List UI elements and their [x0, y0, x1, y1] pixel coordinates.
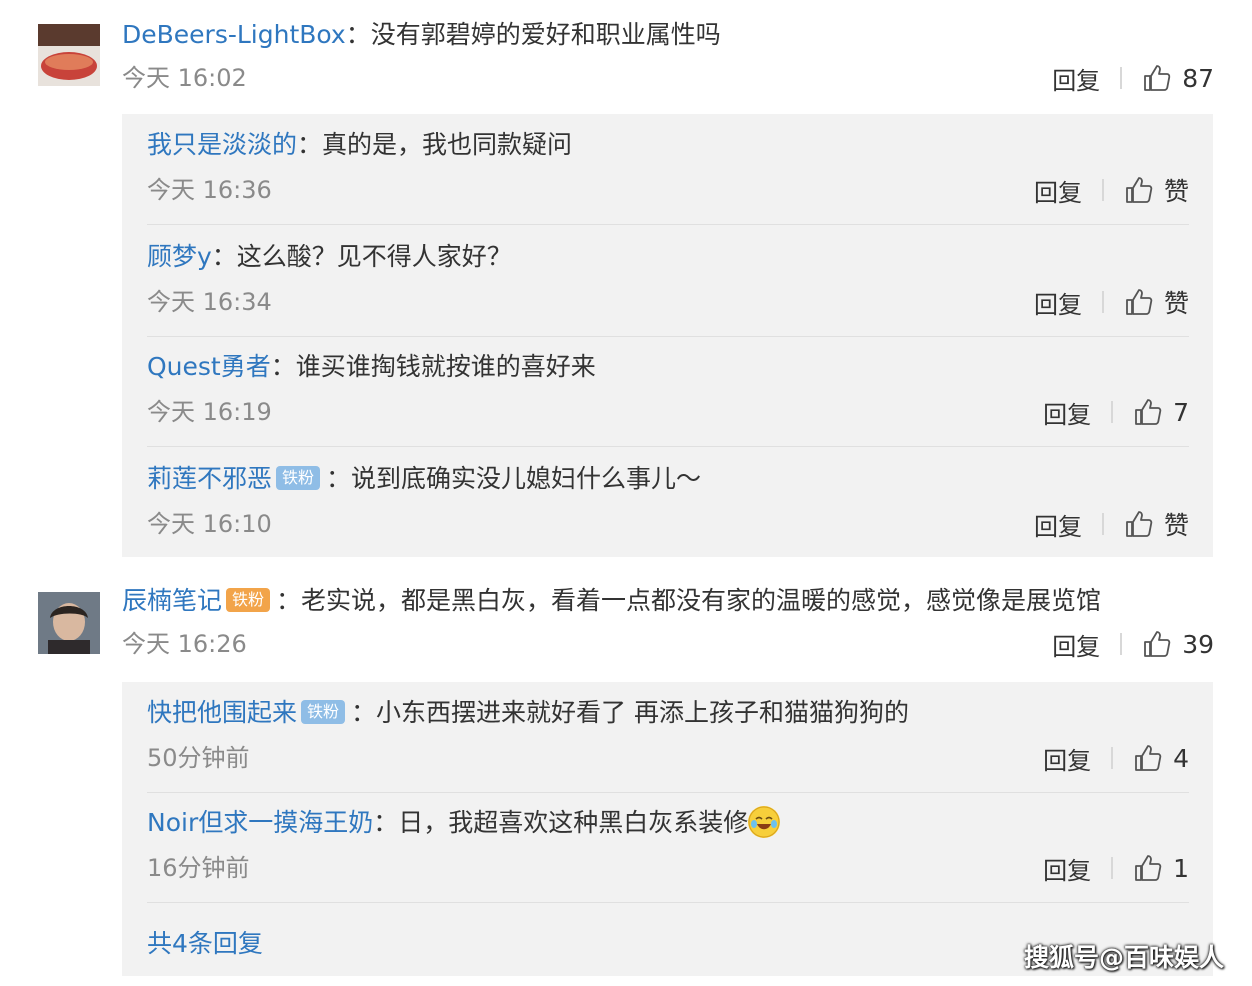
reply-button[interactable]: 回复	[1043, 851, 1091, 886]
username[interactable]: 顾梦y	[147, 242, 212, 271]
username[interactable]: Quest勇者	[147, 352, 271, 381]
like-count: 4	[1173, 743, 1189, 773]
reply-button[interactable]: 回复	[1043, 741, 1091, 776]
like-count: 87	[1182, 63, 1214, 93]
like-button[interactable]: 4	[1133, 743, 1189, 773]
reply-thread: 快把他围起来 铁粉 ：小东西摆进来就好看了 再添上孩子和猫猫狗狗的 50分钟前 回复…	[122, 682, 1213, 976]
comment-text: 辰楠笔记 铁粉 ：老实说，都是黑白灰，看着一点都没有家的温暖的感觉，感觉像是展览馆	[122, 584, 1101, 618]
reply-divider	[147, 792, 1189, 793]
reply-body: ：这么酸？见不得人家好？	[211, 242, 512, 271]
comment-text: DeBeers-LightBox：没有郭碧婷的爱好和职业属性吗	[122, 18, 721, 52]
reply-divider	[147, 446, 1189, 447]
reply-body: ：说到底确实没儿媳妇什么事儿～	[326, 464, 702, 493]
like-button[interactable]: 1	[1133, 853, 1189, 883]
like-count: 赞	[1163, 289, 1189, 318]
divider	[1101, 513, 1104, 535]
divider	[1111, 857, 1114, 879]
reply-actions: 回复 赞	[1034, 173, 1189, 207]
username[interactable]: DeBeers-LightBox	[122, 20, 346, 49]
reply-item: 顾梦y：这么酸？见不得人家好？ 今天 16:34 回复 赞	[147, 240, 1189, 340]
like-button[interactable]: 39	[1142, 629, 1214, 659]
username[interactable]: 快把他围起来	[147, 698, 297, 727]
username[interactable]: 我只是淡淡的	[147, 130, 297, 159]
username[interactable]: 莉莲不邪恶	[147, 464, 272, 493]
reply-actions: 回复 7	[1043, 395, 1189, 429]
divider	[1111, 401, 1114, 423]
thumbs-up-icon	[1126, 177, 1153, 203]
reply-actions: 回复 1	[1043, 851, 1189, 885]
thumbs-up-icon	[1135, 855, 1162, 881]
reply-item: 莉莲不邪恶 铁粉 ：说到底确实没儿媳妇什么事儿～ 今天 16:10 回复 赞	[147, 462, 1189, 562]
fan-badge: 铁粉	[301, 700, 346, 724]
like-button[interactable]: 赞	[1124, 284, 1189, 320]
timestamp: 50分钟前	[147, 744, 250, 772]
reply-divider	[147, 902, 1189, 903]
reply-body: ：日，我超喜欢这种黑白灰系装修	[373, 808, 749, 837]
comment-actions: 回复 87	[1052, 61, 1214, 95]
reply-divider	[147, 224, 1189, 225]
divider	[1101, 179, 1104, 201]
reply-body: ：真的是，我也同款疑问	[297, 130, 573, 159]
like-count: 赞	[1163, 511, 1189, 540]
reply-button[interactable]: 回复	[1034, 507, 1082, 542]
reply-item: 我只是淡淡的：真的是，我也同款疑问 今天 16:36 回复 赞	[147, 128, 1189, 228]
like-count: 1	[1173, 853, 1189, 883]
fan-badge: 铁粉	[276, 466, 321, 490]
timestamp: 今天 16:26	[122, 630, 247, 658]
reply-button[interactable]: 回复	[1034, 285, 1082, 320]
reply-button[interactable]: 回复	[1043, 395, 1091, 430]
timestamp: 16分钟前	[147, 854, 250, 882]
timestamp: 今天 16:36	[147, 176, 272, 204]
like-count: 7	[1173, 397, 1189, 427]
comment-body: ：没有郭碧婷的爱好和职业属性吗	[345, 20, 721, 49]
divider	[1101, 291, 1104, 313]
like-button[interactable]: 87	[1142, 63, 1214, 93]
comment-actions: 回复 39	[1052, 627, 1214, 661]
thumbs-up-icon	[1144, 65, 1171, 91]
reply-button[interactable]: 回复	[1034, 173, 1082, 208]
reply-actions: 回复 赞	[1034, 507, 1189, 541]
crying-laughing-emoji-icon	[748, 806, 781, 838]
like-button[interactable]: 赞	[1124, 172, 1189, 208]
timestamp: 今天 16:10	[147, 510, 272, 538]
thumbs-up-icon	[1144, 631, 1171, 657]
fan-badge: 铁粉	[226, 588, 271, 612]
divider	[1111, 747, 1114, 769]
thumbs-up-icon	[1135, 745, 1162, 771]
reply-actions: 回复 4	[1043, 741, 1189, 775]
avatar[interactable]	[38, 24, 100, 86]
like-count: 39	[1182, 629, 1214, 659]
divider	[1120, 67, 1123, 89]
reply-thread: 我只是淡淡的：真的是，我也同款疑问 今天 16:36 回复 赞 顾梦y：这么酸？…	[122, 114, 1213, 557]
timestamp: 今天 16:19	[147, 398, 272, 426]
like-count: 赞	[1163, 177, 1189, 206]
divider	[1120, 633, 1123, 655]
watermark: 搜狐号@百味娱人	[1023, 943, 1224, 972]
like-button[interactable]: 7	[1133, 397, 1189, 427]
username[interactable]: Noir但求一摸海王奶	[147, 808, 373, 837]
reply-item: 快把他围起来 铁粉 ：小东西摆进来就好看了 再添上孩子和猫猫狗狗的 50分钟前 回复…	[147, 696, 1189, 796]
username[interactable]: 辰楠笔记	[122, 586, 222, 615]
avatar[interactable]	[38, 592, 100, 654]
timestamp: 今天 16:02	[122, 64, 247, 92]
reply-item: Quest勇者：谁买谁掏钱就按谁的喜好来 今天 16:19 回复 7	[147, 350, 1189, 450]
reply-actions: 回复 赞	[1034, 285, 1189, 319]
thumbs-up-icon	[1126, 289, 1153, 315]
like-button[interactable]: 赞	[1124, 506, 1189, 542]
reply-button[interactable]: 回复	[1052, 61, 1100, 96]
reply-divider	[147, 336, 1189, 337]
comment-body: ：老实说，都是黑白灰，看着一点都没有家的温暖的感觉，感觉像是展览馆	[276, 586, 1102, 615]
reply-body: ：小东西摆进来就好看了 再添上孩子和猫猫狗狗的	[351, 698, 909, 727]
view-all-replies-link[interactable]: 共4条回复	[147, 924, 263, 960]
timestamp: 今天 16:34	[147, 288, 272, 316]
reply-button[interactable]: 回复	[1052, 627, 1100, 662]
thumbs-up-icon	[1126, 511, 1153, 537]
thumbs-up-icon	[1135, 399, 1162, 425]
reply-item: Noir但求一摸海王奶：日，我超喜欢这种黑白灰系装修 16分钟前 回复 1	[147, 806, 1189, 906]
reply-body: ：谁买谁掏钱就按谁的喜好来	[270, 352, 596, 381]
